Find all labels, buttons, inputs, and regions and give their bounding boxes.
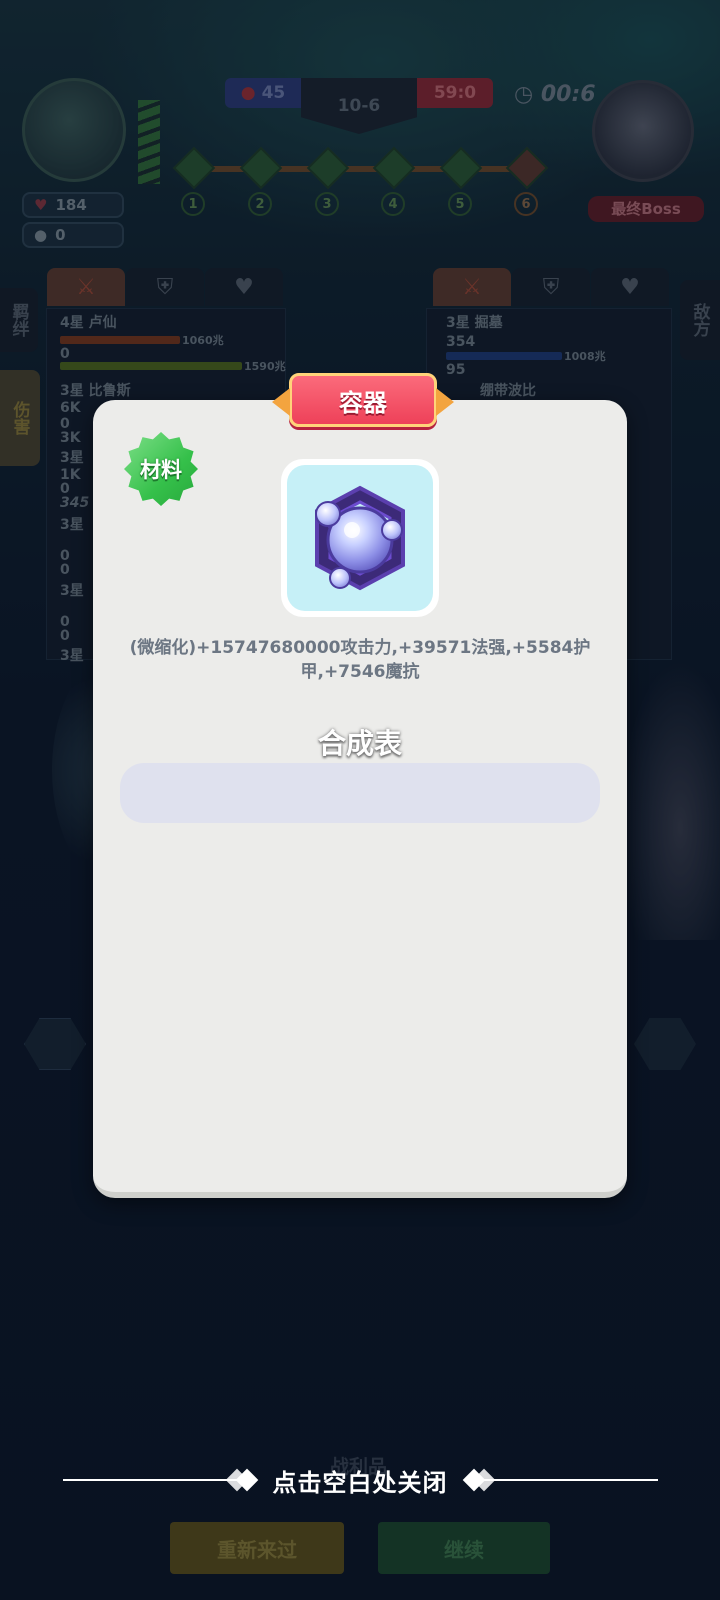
- close-hint[interactable]: 点击空白处关闭: [0, 1460, 720, 1500]
- category-badge-label: 材料: [140, 458, 182, 482]
- category-badge: 材料: [124, 432, 198, 506]
- hint-line-right: [462, 1468, 658, 1492]
- modal-title: 容器: [289, 373, 437, 427]
- orb-container-icon: [287, 465, 433, 611]
- hint-line-left: [62, 1468, 258, 1492]
- orb-container-graphic: [315, 485, 405, 591]
- close-hint-text: 点击空白处关闭: [272, 1468, 448, 1497]
- item-description: (微缩化)+15747680000攻击力,+39571法强,+5584护甲,+7…: [129, 638, 591, 682]
- recipe-title: 合成表: [317, 727, 402, 760]
- recipe-list: [120, 763, 600, 823]
- item-icon-frame: [281, 459, 439, 617]
